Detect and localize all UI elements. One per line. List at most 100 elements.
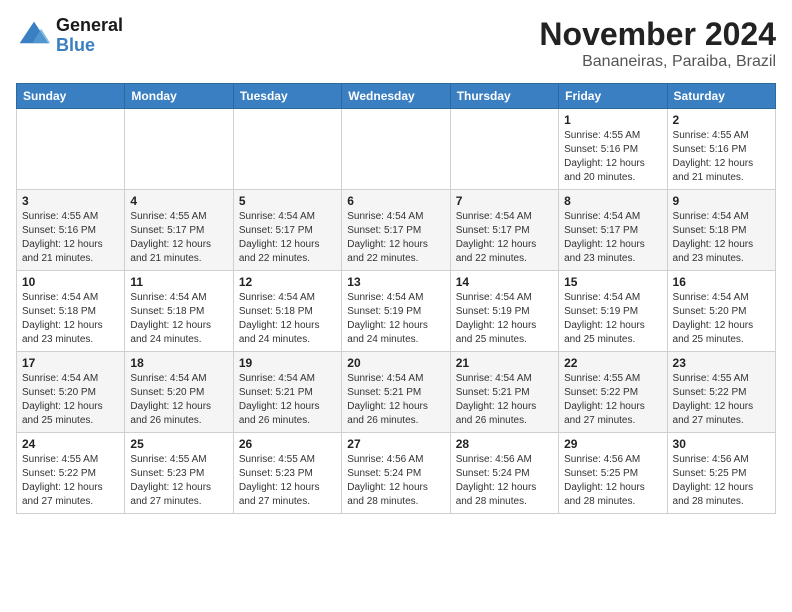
calendar-cell: [125, 109, 233, 190]
day-number: 4: [130, 194, 227, 208]
calendar-cell: 15Sunrise: 4:54 AM Sunset: 5:19 PM Dayli…: [559, 271, 667, 352]
weekday-header-wednesday: Wednesday: [342, 84, 450, 109]
day-info: Sunrise: 4:56 AM Sunset: 5:25 PM Dayligh…: [673, 453, 770, 509]
calendar-cell: [17, 109, 125, 190]
day-info: Sunrise: 4:54 AM Sunset: 5:21 PM Dayligh…: [456, 372, 553, 428]
day-number: 9: [673, 194, 770, 208]
weekday-header-sunday: Sunday: [17, 84, 125, 109]
day-number: 24: [22, 437, 119, 451]
calendar-cell: 25Sunrise: 4:55 AM Sunset: 5:23 PM Dayli…: [125, 433, 233, 514]
calendar-cell: 1 Sunrise: 4:55 AM Sunset: 5:16 PM Daylig…: [559, 109, 667, 190]
day-info: Sunrise: 4:54 AM Sunset: 5:20 PM Dayligh…: [130, 372, 227, 428]
day-info: Sunrise: 4:55 AM Sunset: 5:22 PM Dayligh…: [673, 372, 770, 428]
calendar-cell: 11 Sunrise: 4:54 AM Sunset: 5:18 PM Dayli…: [125, 271, 233, 352]
week-row-2: 3 Sunrise: 4:55 AM Sunset: 5:16 PM Daylig…: [17, 190, 776, 271]
day-number: 14: [456, 275, 553, 289]
calendar-cell: 24Sunrise: 4:55 AM Sunset: 5:22 PM Dayli…: [17, 433, 125, 514]
day-number: 18: [130, 356, 227, 370]
logo-line2: Blue: [56, 36, 123, 56]
week-row-4: 17 Sunrise: 4:54 AM Sunset: 5:20 PM Dayli…: [17, 352, 776, 433]
day-info: Sunrise: 4:54 AM Sunset: 5:17 PM Dayligh…: [239, 210, 336, 266]
calendar-cell: 14 Sunrise: 4:54 AM Sunset: 5:19 PM Dayli…: [450, 271, 558, 352]
location-title: Bananeiras, Paraiba, Brazil: [539, 53, 776, 71]
day-info: Sunrise: 4:55 AM Sunset: 5:23 PM Dayligh…: [239, 453, 336, 509]
day-number: 16: [673, 275, 770, 289]
day-number: 30: [673, 437, 770, 451]
calendar-cell: [450, 109, 558, 190]
day-info: Sunrise: 4:55 AM Sunset: 5:16 PM Dayligh…: [22, 210, 119, 266]
day-number: 19: [239, 356, 336, 370]
day-info: Sunrise: 4:55 AM Sunset: 5:23 PM Dayligh…: [130, 453, 227, 509]
logo: General Blue: [16, 16, 123, 56]
calendar-cell: 4 Sunrise: 4:55 AM Sunset: 5:17 PM Daylig…: [125, 190, 233, 271]
day-info: Sunrise: 4:54 AM Sunset: 5:21 PM Dayligh…: [347, 372, 444, 428]
day-number: 3: [22, 194, 119, 208]
day-number: 11: [130, 275, 227, 289]
day-number: 26: [239, 437, 336, 451]
page-header: General Blue November 2024 Bananeiras, P…: [16, 16, 776, 71]
day-info: Sunrise: 4:54 AM Sunset: 5:18 PM Dayligh…: [239, 291, 336, 347]
day-info: Sunrise: 4:54 AM Sunset: 5:17 PM Dayligh…: [564, 210, 661, 266]
calendar-table: SundayMondayTuesdayWednesdayThursdayFrid…: [16, 83, 776, 514]
calendar-cell: 18 Sunrise: 4:54 AM Sunset: 5:20 PM Dayli…: [125, 352, 233, 433]
weekday-header-friday: Friday: [559, 84, 667, 109]
day-number: 21: [456, 356, 553, 370]
day-info: Sunrise: 4:54 AM Sunset: 5:18 PM Dayligh…: [673, 210, 770, 266]
calendar-cell: 3 Sunrise: 4:55 AM Sunset: 5:16 PM Daylig…: [17, 190, 125, 271]
calendar-cell: 26 Sunrise: 4:55 AM Sunset: 5:23 PM Dayli…: [233, 433, 341, 514]
day-number: 8: [564, 194, 661, 208]
day-info: Sunrise: 4:54 AM Sunset: 5:20 PM Dayligh…: [673, 291, 770, 347]
month-title: November 2024: [539, 16, 776, 53]
calendar-cell: [342, 109, 450, 190]
calendar-cell: 21 Sunrise: 4:54 AM Sunset: 5:21 PM Dayli…: [450, 352, 558, 433]
calendar-cell: 16 Sunrise: 4:54 AM Sunset: 5:20 PM Dayli…: [667, 271, 775, 352]
calendar-cell: 23 Sunrise: 4:55 AM Sunset: 5:22 PM Dayli…: [667, 352, 775, 433]
day-number: 12: [239, 275, 336, 289]
day-number: 22: [564, 356, 661, 370]
day-info: Sunrise: 4:54 AM Sunset: 5:17 PM Dayligh…: [456, 210, 553, 266]
calendar-cell: 28 Sunrise: 4:56 AM Sunset: 5:24 PM Dayli…: [450, 433, 558, 514]
calendar-cell: 30 Sunrise: 4:56 AM Sunset: 5:25 PM Dayli…: [667, 433, 775, 514]
weekday-header-monday: Monday: [125, 84, 233, 109]
day-info: Sunrise: 4:56 AM Sunset: 5:24 PM Dayligh…: [456, 453, 553, 509]
calendar-cell: 5Sunrise: 4:54 AM Sunset: 5:17 PM Daylig…: [233, 190, 341, 271]
logo-text: General Blue: [56, 16, 123, 56]
calendar-cell: 7Sunrise: 4:54 AM Sunset: 5:17 PM Daylig…: [450, 190, 558, 271]
day-number: 6: [347, 194, 444, 208]
day-info: Sunrise: 4:54 AM Sunset: 5:21 PM Dayligh…: [239, 372, 336, 428]
calendar-cell: [233, 109, 341, 190]
day-info: Sunrise: 4:55 AM Sunset: 5:16 PM Dayligh…: [673, 129, 770, 185]
calendar-cell: 20 Sunrise: 4:54 AM Sunset: 5:21 PM Dayli…: [342, 352, 450, 433]
day-info: Sunrise: 4:54 AM Sunset: 5:19 PM Dayligh…: [347, 291, 444, 347]
weekday-header-tuesday: Tuesday: [233, 84, 341, 109]
day-info: Sunrise: 4:56 AM Sunset: 5:25 PM Dayligh…: [564, 453, 661, 509]
calendar-cell: 8 Sunrise: 4:54 AM Sunset: 5:17 PM Daylig…: [559, 190, 667, 271]
day-number: 28: [456, 437, 553, 451]
calendar-cell: 19 Sunrise: 4:54 AM Sunset: 5:21 PM Dayli…: [233, 352, 341, 433]
day-info: Sunrise: 4:54 AM Sunset: 5:19 PM Dayligh…: [456, 291, 553, 347]
day-info: Sunrise: 4:55 AM Sunset: 5:16 PM Dayligh…: [564, 129, 661, 185]
calendar-cell: 6 Sunrise: 4:54 AM Sunset: 5:17 PM Daylig…: [342, 190, 450, 271]
week-row-3: 10Sunrise: 4:54 AM Sunset: 5:18 PM Dayli…: [17, 271, 776, 352]
day-info: Sunrise: 4:54 AM Sunset: 5:20 PM Dayligh…: [22, 372, 119, 428]
day-number: 20: [347, 356, 444, 370]
day-number: 2: [673, 113, 770, 127]
day-info: Sunrise: 4:54 AM Sunset: 5:17 PM Dayligh…: [347, 210, 444, 266]
calendar-body: 1 Sunrise: 4:55 AM Sunset: 5:16 PM Daylig…: [17, 109, 776, 514]
day-info: Sunrise: 4:54 AM Sunset: 5:19 PM Dayligh…: [564, 291, 661, 347]
weekday-header-thursday: Thursday: [450, 84, 558, 109]
day-number: 23: [673, 356, 770, 370]
day-info: Sunrise: 4:54 AM Sunset: 5:18 PM Dayligh…: [130, 291, 227, 347]
day-info: Sunrise: 4:55 AM Sunset: 5:17 PM Dayligh…: [130, 210, 227, 266]
calendar-cell: 27Sunrise: 4:56 AM Sunset: 5:24 PM Dayli…: [342, 433, 450, 514]
day-number: 17: [22, 356, 119, 370]
calendar-cell: 10Sunrise: 4:54 AM Sunset: 5:18 PM Dayli…: [17, 271, 125, 352]
day-info: Sunrise: 4:55 AM Sunset: 5:22 PM Dayligh…: [564, 372, 661, 428]
weekday-header-row: SundayMondayTuesdayWednesdayThursdayFrid…: [17, 84, 776, 109]
day-number: 1: [564, 113, 661, 127]
week-row-5: 24Sunrise: 4:55 AM Sunset: 5:22 PM Dayli…: [17, 433, 776, 514]
calendar-cell: 29Sunrise: 4:56 AM Sunset: 5:25 PM Dayli…: [559, 433, 667, 514]
day-info: Sunrise: 4:54 AM Sunset: 5:18 PM Dayligh…: [22, 291, 119, 347]
day-info: Sunrise: 4:56 AM Sunset: 5:24 PM Dayligh…: [347, 453, 444, 509]
logo-icon: [16, 18, 52, 54]
